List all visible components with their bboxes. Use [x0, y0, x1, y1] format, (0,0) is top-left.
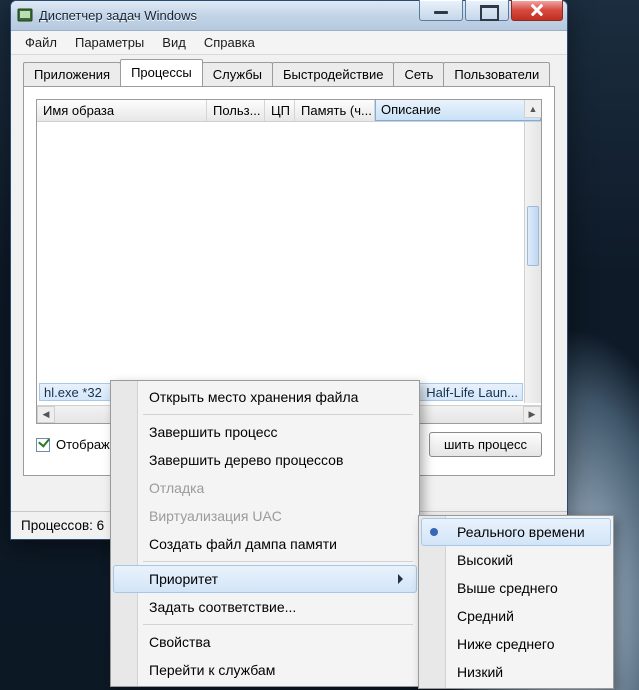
priority-below-normal[interactable]: Ниже среднего — [421, 630, 611, 658]
priority-normal[interactable]: Средний — [421, 602, 611, 630]
window-title: Диспетчер задач Windows — [39, 8, 197, 23]
ctx-debug: Отладка — [113, 474, 417, 502]
show-all-processes-label: Отображ — [56, 437, 110, 452]
status-processes: Процессов: 6 — [21, 518, 104, 533]
app-icon — [17, 8, 33, 24]
menu-view[interactable]: Вид — [154, 33, 194, 52]
process-description: Half-Life Laun... — [426, 385, 518, 399]
column-user[interactable]: Польз... — [207, 100, 265, 121]
ctx-set-affinity[interactable]: Задать соответствие... — [113, 593, 417, 621]
priority-above-normal[interactable]: Выше среднего — [421, 574, 611, 602]
process-context-menu: Открыть место хранения файла Завершить п… — [110, 380, 420, 687]
priority-submenu: Реального времени Высокий Выше среднего … — [418, 515, 614, 689]
listview-header: Имя образа Польз... ЦП Память (ч... Опис… — [37, 100, 541, 122]
priority-realtime[interactable]: Реального времени — [421, 518, 611, 546]
tab-performance[interactable]: Быстродействие — [272, 62, 394, 87]
menu-file[interactable]: Файл — [17, 33, 65, 52]
tab-users[interactable]: Пользователи — [443, 62, 550, 87]
separator — [143, 414, 413, 415]
scroll-up-arrow-icon[interactable]: ▲ — [524, 100, 541, 118]
menu-options[interactable]: Параметры — [67, 33, 152, 52]
priority-low[interactable]: Низкий — [421, 658, 611, 686]
radio-checked-icon — [430, 528, 438, 536]
ctx-open-file-location[interactable]: Открыть место хранения файла — [113, 383, 417, 411]
checkbox-icon — [36, 438, 50, 452]
vertical-scrollbar[interactable] — [524, 122, 541, 403]
menu-help[interactable]: Справка — [196, 33, 263, 52]
column-description[interactable]: Описание — [375, 100, 541, 121]
tab-strip: Приложения Процессы Службы Быстродействи… — [23, 59, 555, 86]
ctx-end-process-tree[interactable]: Завершить дерево процессов — [113, 446, 417, 474]
scroll-left-arrow-icon[interactable]: ◀ — [37, 406, 55, 423]
end-process-button[interactable]: шить процесс — [429, 432, 542, 457]
listview-body[interactable]: hl.exe *32 Half-Life Laun... — [37, 122, 541, 403]
menu-bar: Файл Параметры Вид Справка — [11, 31, 567, 55]
scroll-right-arrow-icon[interactable]: ▶ — [523, 406, 541, 423]
minimize-button[interactable] — [419, 0, 463, 21]
ctx-properties[interactable]: Свойства — [113, 628, 417, 656]
title-bar[interactable]: Диспетчер задач Windows — [11, 1, 567, 31]
close-button[interactable] — [511, 0, 563, 21]
column-memory[interactable]: Память (ч... — [295, 100, 375, 121]
ctx-goto-services[interactable]: Перейти к службам — [113, 656, 417, 684]
tab-network[interactable]: Сеть — [393, 62, 444, 87]
priority-high[interactable]: Высокий — [421, 546, 611, 574]
vertical-scroll-thumb[interactable] — [527, 206, 539, 266]
ctx-create-dump[interactable]: Создать файл дампа памяти — [113, 530, 417, 558]
priority-realtime-label: Реального времени — [457, 524, 585, 540]
show-all-processes-checkbox[interactable]: Отображ — [36, 437, 110, 452]
separator — [143, 624, 413, 625]
process-name: hl.exe *32 — [44, 385, 102, 399]
maximize-button[interactable] — [465, 0, 509, 21]
column-cpu[interactable]: ЦП — [265, 100, 295, 121]
process-listview[interactable]: Имя образа Польз... ЦП Память (ч... Опис… — [36, 99, 542, 424]
tab-applications[interactable]: Приложения — [23, 62, 121, 87]
ctx-end-process[interactable]: Завершить процесс — [113, 418, 417, 446]
tab-services[interactable]: Службы — [202, 62, 273, 87]
tab-processes[interactable]: Процессы — [120, 59, 203, 86]
ctx-set-priority[interactable]: Приоритет — [113, 565, 417, 593]
column-image-name[interactable]: Имя образа — [37, 100, 207, 121]
ctx-uac-virtualization: Виртуализация UAC — [113, 502, 417, 530]
separator — [143, 561, 413, 562]
